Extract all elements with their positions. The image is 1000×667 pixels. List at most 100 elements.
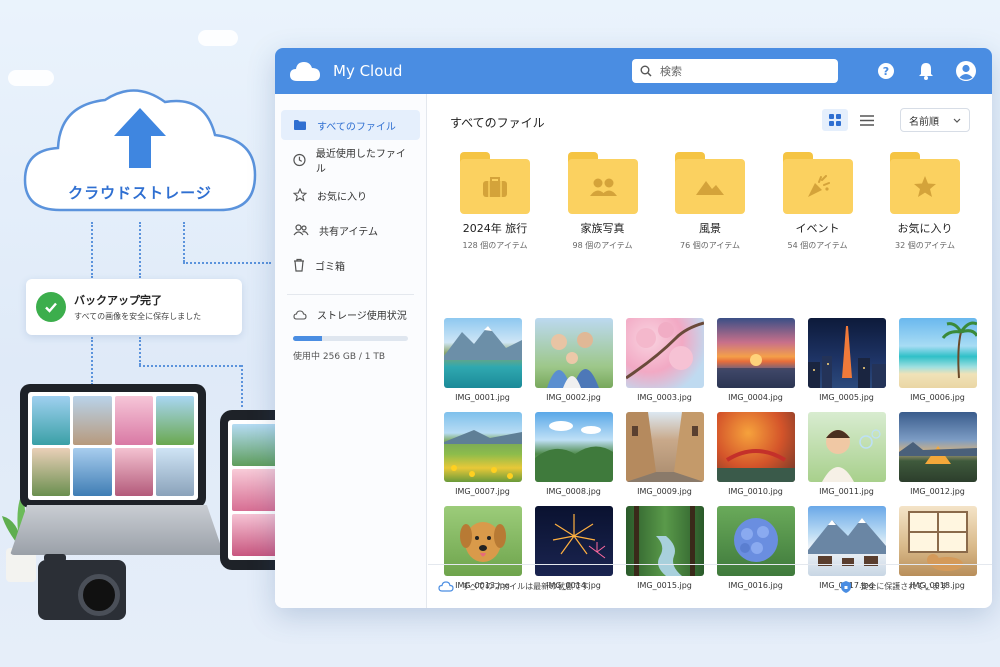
laptop-illustration <box>20 384 206 508</box>
folder-name: お気に入り <box>897 222 953 235</box>
connector-line <box>183 222 185 262</box>
connector-line <box>139 222 141 278</box>
account-button[interactable] <box>954 59 978 83</box>
app-window: My Cloud 検索 ? すべてのファイル 最近使用したファイル お気に入り … <box>275 48 992 608</box>
photo-thumbnail <box>716 412 795 482</box>
sidebar-item-all-files[interactable]: すべてのファイル <box>281 110 420 140</box>
cloud-storage-illustration: クラウドストレージ <box>20 80 260 220</box>
cloud-label: クラウドストレージ <box>68 184 212 202</box>
storage-section-title: ストレージ使用状況 <box>281 307 420 322</box>
folder-count: 128 個のアイテム <box>462 241 528 250</box>
photo-filename: IMG_0006.jpg <box>910 393 965 402</box>
laptop-screen <box>28 392 198 500</box>
folder-icon <box>567 152 638 214</box>
folder-item[interactable]: 2024年 旅行 128 個のアイテム <box>450 152 540 251</box>
photo-grid: IMG_0001.jpg IMG_0002.jpg IMG_0003.jpg I… <box>442 318 978 590</box>
sidebar-item-label: すべてのファイル <box>317 121 396 133</box>
star-icon <box>914 176 936 197</box>
storage-usage-text: 使用中 256 GB / 1 TB <box>293 352 386 362</box>
sidebar-item-label: ゴミ箱 <box>315 261 345 273</box>
suitcase-icon <box>483 176 507 197</box>
folder-item[interactable]: 風景 76 個のアイテム <box>665 152 755 251</box>
sync-status-text: すべてのファイルは最新の状態です <box>462 582 590 591</box>
folder-count: 32 個のアイテム <box>895 241 955 250</box>
photo-filename: IMG_0007.jpg <box>455 487 510 496</box>
connector-line <box>139 337 141 365</box>
photo-filename: IMG_0003.jpg <box>637 393 692 402</box>
search-input[interactable]: 検索 <box>632 59 838 83</box>
folder-item[interactable]: イベント 54 個のアイテム <box>773 152 863 251</box>
list-icon <box>860 114 874 126</box>
help-button[interactable]: ? <box>874 59 898 83</box>
photo-thumbnail <box>625 412 704 482</box>
sidebar-item-label: 共有アイテム <box>319 226 378 238</box>
folder-item[interactable]: お気に入り 32 個のアイテム <box>880 152 970 251</box>
sidebar-item-trash[interactable]: ゴミ箱 <box>281 250 420 280</box>
cloud-icon <box>293 309 307 320</box>
photo-item[interactable]: IMG_0007.jpg <box>442 412 523 496</box>
status-bar: すべてのファイルは最新の状態です 安全に保護されています <box>428 564 992 608</box>
photo-item[interactable]: IMG_0006.jpg <box>897 318 978 402</box>
folder-icon <box>782 152 853 214</box>
sidebar-item-label: 最近使用したファイル <box>315 149 406 175</box>
connector-line <box>139 365 241 367</box>
page-title: すべてのファイル <box>450 116 545 130</box>
photo-thumbnail <box>716 318 795 388</box>
folder-name: 風景 <box>699 222 721 235</box>
photo-item[interactable]: IMG_0003.jpg <box>624 318 705 402</box>
mountain-icon <box>696 180 724 195</box>
folder-count: 98 個のアイテム <box>572 241 633 250</box>
connector-line <box>241 365 243 407</box>
people-icon <box>589 178 617 196</box>
connector-line <box>91 222 93 278</box>
list-view-button[interactable] <box>854 109 880 131</box>
chevron-down-icon <box>953 118 961 123</box>
grid-icon <box>829 114 841 126</box>
sidebar-item-shared[interactable]: 共有アイテム <box>281 215 420 245</box>
photo-item[interactable]: IMG_0009.jpg <box>624 412 705 496</box>
sidebar-item-recent[interactable]: 最近使用したファイル <box>281 145 420 175</box>
folder-item[interactable]: 家族写真 98 個のアイテム <box>558 152 648 251</box>
notifications-button[interactable] <box>914 59 938 83</box>
photo-item[interactable]: IMG_0012.jpg <box>897 412 978 496</box>
people-icon <box>293 224 309 236</box>
folder-icon <box>460 152 530 214</box>
star-icon <box>293 188 307 202</box>
folder-grid: 2024年 旅行 128 個のアイテム 家族写真 98 個のアイテム 風景 76… <box>450 152 970 251</box>
backup-complete-card: バックアップ完了 すべての画像を安全に保存しました <box>26 279 242 335</box>
photo-filename: IMG_0004.jpg <box>728 393 783 402</box>
folder-icon <box>294 120 306 130</box>
photo-thumbnail <box>898 318 977 388</box>
sidebar-item-label: お気に入り <box>317 191 367 203</box>
photo-item[interactable]: IMG_0010.jpg <box>715 412 796 496</box>
app-header: My Cloud 検索 ? <box>275 48 992 94</box>
photo-item[interactable]: IMG_0004.jpg <box>715 318 796 402</box>
shield-icon <box>841 580 852 593</box>
photo-filename: IMG_0005.jpg <box>819 393 874 402</box>
sort-dropdown[interactable]: 名前順 <box>900 108 970 132</box>
camera-illustration <box>38 554 126 620</box>
photo-filename: IMG_0008.jpg <box>546 487 601 496</box>
search-icon <box>640 65 652 77</box>
decorative-cloud <box>198 30 238 46</box>
photo-item[interactable]: IMG_0011.jpg <box>806 412 887 496</box>
photo-thumbnail <box>534 412 613 482</box>
grid-view-button[interactable] <box>822 109 848 131</box>
cloud-logo-icon <box>290 62 320 81</box>
folder-name: イベント <box>795 222 840 235</box>
connector-line <box>183 262 271 264</box>
photo-item[interactable]: IMG_0005.jpg <box>806 318 887 402</box>
folder-icon <box>890 152 960 214</box>
photo-item[interactable]: IMG_0001.jpg <box>442 318 523 402</box>
photo-item[interactable]: IMG_0008.jpg <box>533 412 614 496</box>
photo-filename: IMG_0001.jpg <box>455 393 510 402</box>
laptop-base <box>10 505 224 555</box>
photo-thumbnail <box>625 318 704 388</box>
sort-label: 名前順 <box>909 116 939 128</box>
photo-thumbnail <box>443 318 522 388</box>
photo-filename: IMG_0009.jpg <box>637 487 692 496</box>
photo-item[interactable]: IMG_0002.jpg <box>533 318 614 402</box>
sidebar-item-favorites[interactable]: お気に入り <box>281 180 420 210</box>
search-placeholder: 検索 <box>660 65 682 78</box>
photo-thumbnail <box>443 412 522 482</box>
